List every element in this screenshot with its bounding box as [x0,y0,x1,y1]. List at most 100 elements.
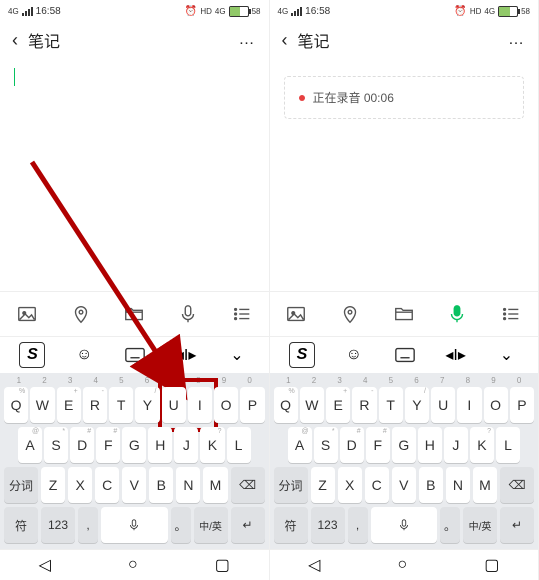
key-s[interactable]: *S [44,427,68,463]
nav-home[interactable]: ○ [398,556,408,574]
key-c[interactable]: C [95,467,119,503]
enter-key[interactable]: ↵ [231,507,265,543]
key-b[interactable]: B [419,467,443,503]
key-y[interactable]: /Y [135,387,159,423]
key-h[interactable]: H [418,427,442,463]
keyboard-icon[interactable] [393,343,417,367]
key-j[interactable]: J [444,427,468,463]
key-u[interactable]: U [431,387,455,423]
cursor-move-icon[interactable]: ◂I▸ [174,343,198,367]
nav-home[interactable]: ○ [128,556,138,574]
delete-key[interactable]: ⌫ [500,467,534,503]
key-q[interactable]: %Q [4,387,28,423]
nav-back[interactable]: ◁ [39,555,51,575]
key-w[interactable]: W [30,387,54,423]
list-icon[interactable] [500,303,522,325]
key-e[interactable]: +E [326,387,350,423]
key-r[interactable]: -R [83,387,107,423]
key-z[interactable]: Z [311,467,335,503]
key-k[interactable]: ?K [470,427,494,463]
key-d[interactable]: #D [70,427,94,463]
symbol-key[interactable]: 符 [4,507,38,543]
key-e[interactable]: +E [57,387,81,423]
key-l[interactable]: L [496,427,520,463]
segment-key[interactable]: 分词 [4,467,38,503]
s-logo-icon[interactable]: S [19,342,45,368]
key-q[interactable]: %Q [274,387,298,423]
back-button[interactable]: ‹ [12,30,18,51]
key-u[interactable]: U [162,387,186,423]
note-content[interactable] [0,62,269,291]
key-p[interactable]: P [240,387,264,423]
note-content[interactable]: 正在录音 00:06 [270,62,539,291]
location-icon[interactable] [70,303,92,325]
comma-key[interactable]: , [348,507,368,543]
key-a[interactable]: @A [288,427,312,463]
key-m[interactable]: M [203,467,227,503]
location-icon[interactable] [339,303,361,325]
key-o[interactable]: O [484,387,508,423]
symbol-key[interactable]: 符 [274,507,308,543]
key-a[interactable]: @A [18,427,42,463]
mic-icon[interactable] [446,303,468,325]
key-l[interactable]: L [227,427,251,463]
key-h[interactable]: H [148,427,172,463]
key-y[interactable]: /Y [405,387,429,423]
space-key[interactable] [371,507,438,543]
key-m[interactable]: M [473,467,497,503]
number-key[interactable]: 123 [41,507,75,543]
key-d[interactable]: #D [340,427,364,463]
comma-key[interactable]: , [78,507,98,543]
space-key[interactable] [101,507,168,543]
period-key[interactable]: 。 [440,507,460,543]
language-key[interactable]: 中/英 [463,507,497,543]
list-icon[interactable] [231,303,253,325]
key-o[interactable]: O [214,387,238,423]
delete-key[interactable]: ⌫ [231,467,265,503]
segment-key[interactable]: 分词 [274,467,308,503]
key-p[interactable]: P [510,387,534,423]
key-v[interactable]: V [122,467,146,503]
key-i[interactable]: I [188,387,212,423]
key-g[interactable]: G [392,427,416,463]
key-s[interactable]: *S [314,427,338,463]
number-key[interactable]: 123 [311,507,345,543]
key-f[interactable]: #F [366,427,390,463]
key-x[interactable]: X [338,467,362,503]
collapse-icon[interactable]: ⌄ [495,343,519,367]
collapse-icon[interactable]: ⌄ [225,343,249,367]
more-button[interactable]: … [508,31,526,49]
key-j[interactable]: J [174,427,198,463]
emoji-icon[interactable]: ☺ [72,343,96,367]
image-icon[interactable] [16,303,38,325]
emoji-icon[interactable]: ☺ [342,343,366,367]
recording-box[interactable]: 正在录音 00:06 [284,76,525,119]
enter-key[interactable]: ↵ [500,507,534,543]
nav-recent[interactable]: ▢ [484,555,499,575]
key-t[interactable]: T [109,387,133,423]
folder-icon[interactable] [123,303,145,325]
key-f[interactable]: #F [96,427,120,463]
key-i[interactable]: I [457,387,481,423]
keyboard-icon[interactable] [123,343,147,367]
key-z[interactable]: Z [41,467,65,503]
mic-icon[interactable] [177,303,199,325]
back-button[interactable]: ‹ [282,30,288,51]
key-t[interactable]: T [379,387,403,423]
nav-back[interactable]: ◁ [308,555,320,575]
period-key[interactable]: 。 [171,507,191,543]
language-key[interactable]: 中/英 [194,507,228,543]
more-button[interactable]: … [239,31,257,49]
key-b[interactable]: B [149,467,173,503]
key-n[interactable]: N [176,467,200,503]
key-g[interactable]: G [122,427,146,463]
key-k[interactable]: ?K [200,427,224,463]
key-v[interactable]: V [392,467,416,503]
s-logo-icon[interactable]: S [289,342,315,368]
cursor-move-icon[interactable]: ◂I▸ [444,343,468,367]
key-n[interactable]: N [446,467,470,503]
folder-icon[interactable] [393,303,415,325]
key-r[interactable]: -R [352,387,376,423]
key-x[interactable]: X [68,467,92,503]
image-icon[interactable] [285,303,307,325]
